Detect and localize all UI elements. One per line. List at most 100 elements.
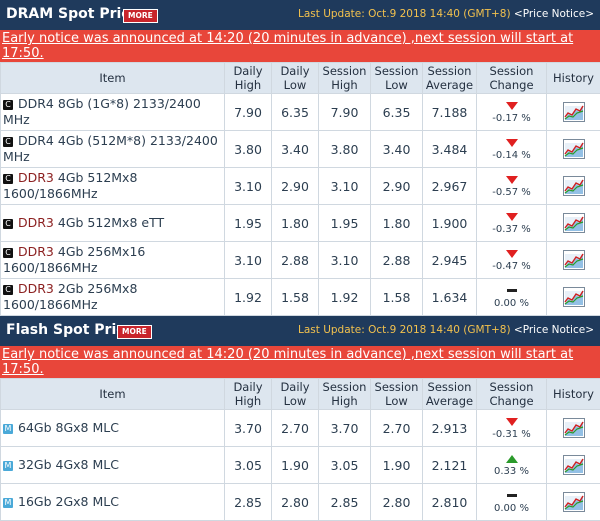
session-avg-cell: 2.945 bbox=[423, 242, 477, 279]
history-cell[interactable] bbox=[547, 447, 600, 484]
item-link[interactable]: DDR3 4Gb 512Mx8 eTT bbox=[18, 215, 164, 230]
session-change-cell: 0.33 % bbox=[477, 447, 547, 484]
session-low-cell: 1.80 bbox=[371, 205, 423, 242]
session-change-value: -0.31 % bbox=[492, 429, 531, 440]
header-history: History bbox=[547, 379, 600, 410]
dram-more-button[interactable]: MORE bbox=[123, 9, 158, 23]
history-cell[interactable] bbox=[547, 410, 600, 447]
header-item: Item bbox=[1, 63, 225, 94]
history-chart-icon[interactable] bbox=[563, 139, 585, 159]
item-cell: M64Gb 8Gx8 MLC bbox=[1, 410, 225, 447]
item-cell: CDDR3 2Gb 256Mx8 1600/1866MHz bbox=[1, 279, 225, 316]
daily-high-cell: 1.92 bbox=[225, 279, 272, 316]
session-avg-cell: 1.900 bbox=[423, 205, 477, 242]
session-high-cell: 3.10 bbox=[319, 242, 371, 279]
session-change-value: 0.00 % bbox=[494, 298, 529, 309]
history-chart-icon[interactable] bbox=[563, 213, 585, 233]
flash-price-table: ItemDaily HighDaily LowSession HighSessi… bbox=[0, 378, 600, 521]
flat-dash-icon bbox=[507, 289, 517, 292]
history-cell[interactable] bbox=[547, 484, 600, 521]
table-row: CDDR3 4Gb 512Mx8 eTT1.951.801.951.801.90… bbox=[1, 205, 600, 242]
history-cell[interactable] bbox=[547, 168, 600, 205]
item-type-prefix: DDR3 bbox=[18, 170, 54, 185]
flash-title: Flash Spot Price bbox=[6, 322, 134, 338]
dram-title-bar: DRAM Spot Price MORE Last Update: Oct.9 … bbox=[0, 0, 600, 30]
flash-price-notice-link[interactable]: <Price Notice> bbox=[514, 324, 594, 336]
session-low-cell: 3.40 bbox=[371, 131, 423, 168]
session-high-cell: 3.70 bbox=[319, 410, 371, 447]
session-change-cell: -0.47 % bbox=[477, 242, 547, 279]
down-arrow-icon bbox=[506, 102, 518, 110]
history-chart-icon[interactable] bbox=[563, 102, 585, 122]
item-link[interactable]: DDR3 2Gb 256Mx8 1600/1866MHz bbox=[3, 281, 137, 312]
session-avg-cell: 3.484 bbox=[423, 131, 477, 168]
header-session-change: Session Change bbox=[477, 379, 547, 410]
flash-section: Flash Spot Price MORE Last Update: Oct.9… bbox=[0, 316, 600, 521]
history-chart-icon[interactable] bbox=[563, 176, 585, 196]
session-change-value: 0.33 % bbox=[494, 466, 529, 477]
daily-low-cell: 6.35 bbox=[272, 94, 319, 131]
history-cell[interactable] bbox=[547, 131, 600, 168]
session-change-cell: -0.17 % bbox=[477, 94, 547, 131]
down-arrow-icon bbox=[506, 176, 518, 184]
item-link[interactable]: DDR3 4Gb 256Mx16 1600/1866MHz bbox=[3, 244, 145, 275]
up-arrow-icon bbox=[506, 455, 518, 463]
session-change-value: -0.47 % bbox=[492, 261, 531, 272]
table-row: CDDR3 4Gb 512Mx8 1600/1866MHz3.102.903.1… bbox=[1, 168, 600, 205]
header-daily-low: Daily Low bbox=[272, 379, 319, 410]
session-avg-cell: 2.967 bbox=[423, 168, 477, 205]
session-low-cell: 2.90 bbox=[371, 168, 423, 205]
history-chart-icon[interactable] bbox=[563, 492, 585, 512]
session-avg-cell: 2.913 bbox=[423, 410, 477, 447]
session-low-cell: 2.70 bbox=[371, 410, 423, 447]
session-low-cell: 6.35 bbox=[371, 94, 423, 131]
daily-high-cell: 3.10 bbox=[225, 242, 272, 279]
session-change-value: -0.17 % bbox=[492, 113, 531, 124]
item-cell: CDDR3 4Gb 512Mx8 eTT bbox=[1, 205, 225, 242]
session-low-cell: 2.88 bbox=[371, 242, 423, 279]
session-high-cell: 7.90 bbox=[319, 94, 371, 131]
history-chart-icon[interactable] bbox=[563, 418, 585, 438]
flash-category-icon: M bbox=[3, 498, 13, 508]
table-row: CDDR3 4Gb 256Mx16 1600/1866MHz3.102.883.… bbox=[1, 242, 600, 279]
item-cell: CDDR3 4Gb 256Mx16 1600/1866MHz bbox=[1, 242, 225, 279]
header-session-low: Session Low bbox=[371, 379, 423, 410]
history-chart-icon[interactable] bbox=[563, 287, 585, 307]
history-cell[interactable] bbox=[547, 94, 600, 131]
session-change-cell: 0.00 % bbox=[477, 484, 547, 521]
item-link[interactable]: DDR3 4Gb 512Mx8 1600/1866MHz bbox=[3, 170, 137, 201]
history-cell[interactable] bbox=[547, 205, 600, 242]
history-chart-icon[interactable] bbox=[563, 250, 585, 270]
item-name: 64Gb 8Gx8 MLC bbox=[18, 420, 119, 435]
item-link[interactable]: 32Gb 4Gx8 MLC bbox=[18, 457, 119, 472]
history-chart-icon[interactable] bbox=[563, 455, 585, 475]
session-change-value: -0.14 % bbox=[492, 150, 531, 161]
session-change-value: 0.00 % bbox=[494, 503, 529, 514]
dram-category-icon: C bbox=[3, 137, 13, 147]
daily-low-cell: 2.88 bbox=[272, 242, 319, 279]
flash-more-button[interactable]: MORE bbox=[117, 325, 152, 339]
dram-price-notice-link[interactable]: <Price Notice> bbox=[514, 8, 594, 20]
session-avg-cell: 1.634 bbox=[423, 279, 477, 316]
history-cell[interactable] bbox=[547, 279, 600, 316]
flash-early-notice-link[interactable]: Early notice was announced at 14:20 (20 … bbox=[2, 347, 573, 377]
session-change-value: -0.37 % bbox=[492, 224, 531, 235]
dram-price-table: ItemDaily HighDaily LowSession HighSessi… bbox=[0, 62, 600, 316]
header-history: History bbox=[547, 63, 600, 94]
item-name: 16Gb 2Gx8 MLC bbox=[18, 494, 119, 509]
down-arrow-icon bbox=[506, 418, 518, 426]
table-row: CDDR3 2Gb 256Mx8 1600/1866MHz1.921.581.9… bbox=[1, 279, 600, 316]
history-cell[interactable] bbox=[547, 242, 600, 279]
item-link[interactable]: DDR4 8Gb (1G*8) 2133/2400 MHz bbox=[3, 96, 201, 127]
session-high-cell: 3.05 bbox=[319, 447, 371, 484]
session-high-cell: 1.92 bbox=[319, 279, 371, 316]
dram-early-notice-link[interactable]: Early notice was announced at 14:20 (20 … bbox=[2, 31, 573, 61]
item-link[interactable]: 64Gb 8Gx8 MLC bbox=[18, 420, 119, 435]
session-avg-cell: 7.188 bbox=[423, 94, 477, 131]
item-name: DDR4 8Gb (1G*8) 2133/2400 MHz bbox=[3, 96, 201, 127]
daily-high-cell: 2.85 bbox=[225, 484, 272, 521]
item-link[interactable]: 16Gb 2Gx8 MLC bbox=[18, 494, 119, 509]
item-link[interactable]: DDR4 4Gb (512M*8) 2133/2400 MHz bbox=[3, 133, 218, 164]
session-change-value: -0.57 % bbox=[492, 187, 531, 198]
session-change-cell: -0.31 % bbox=[477, 410, 547, 447]
